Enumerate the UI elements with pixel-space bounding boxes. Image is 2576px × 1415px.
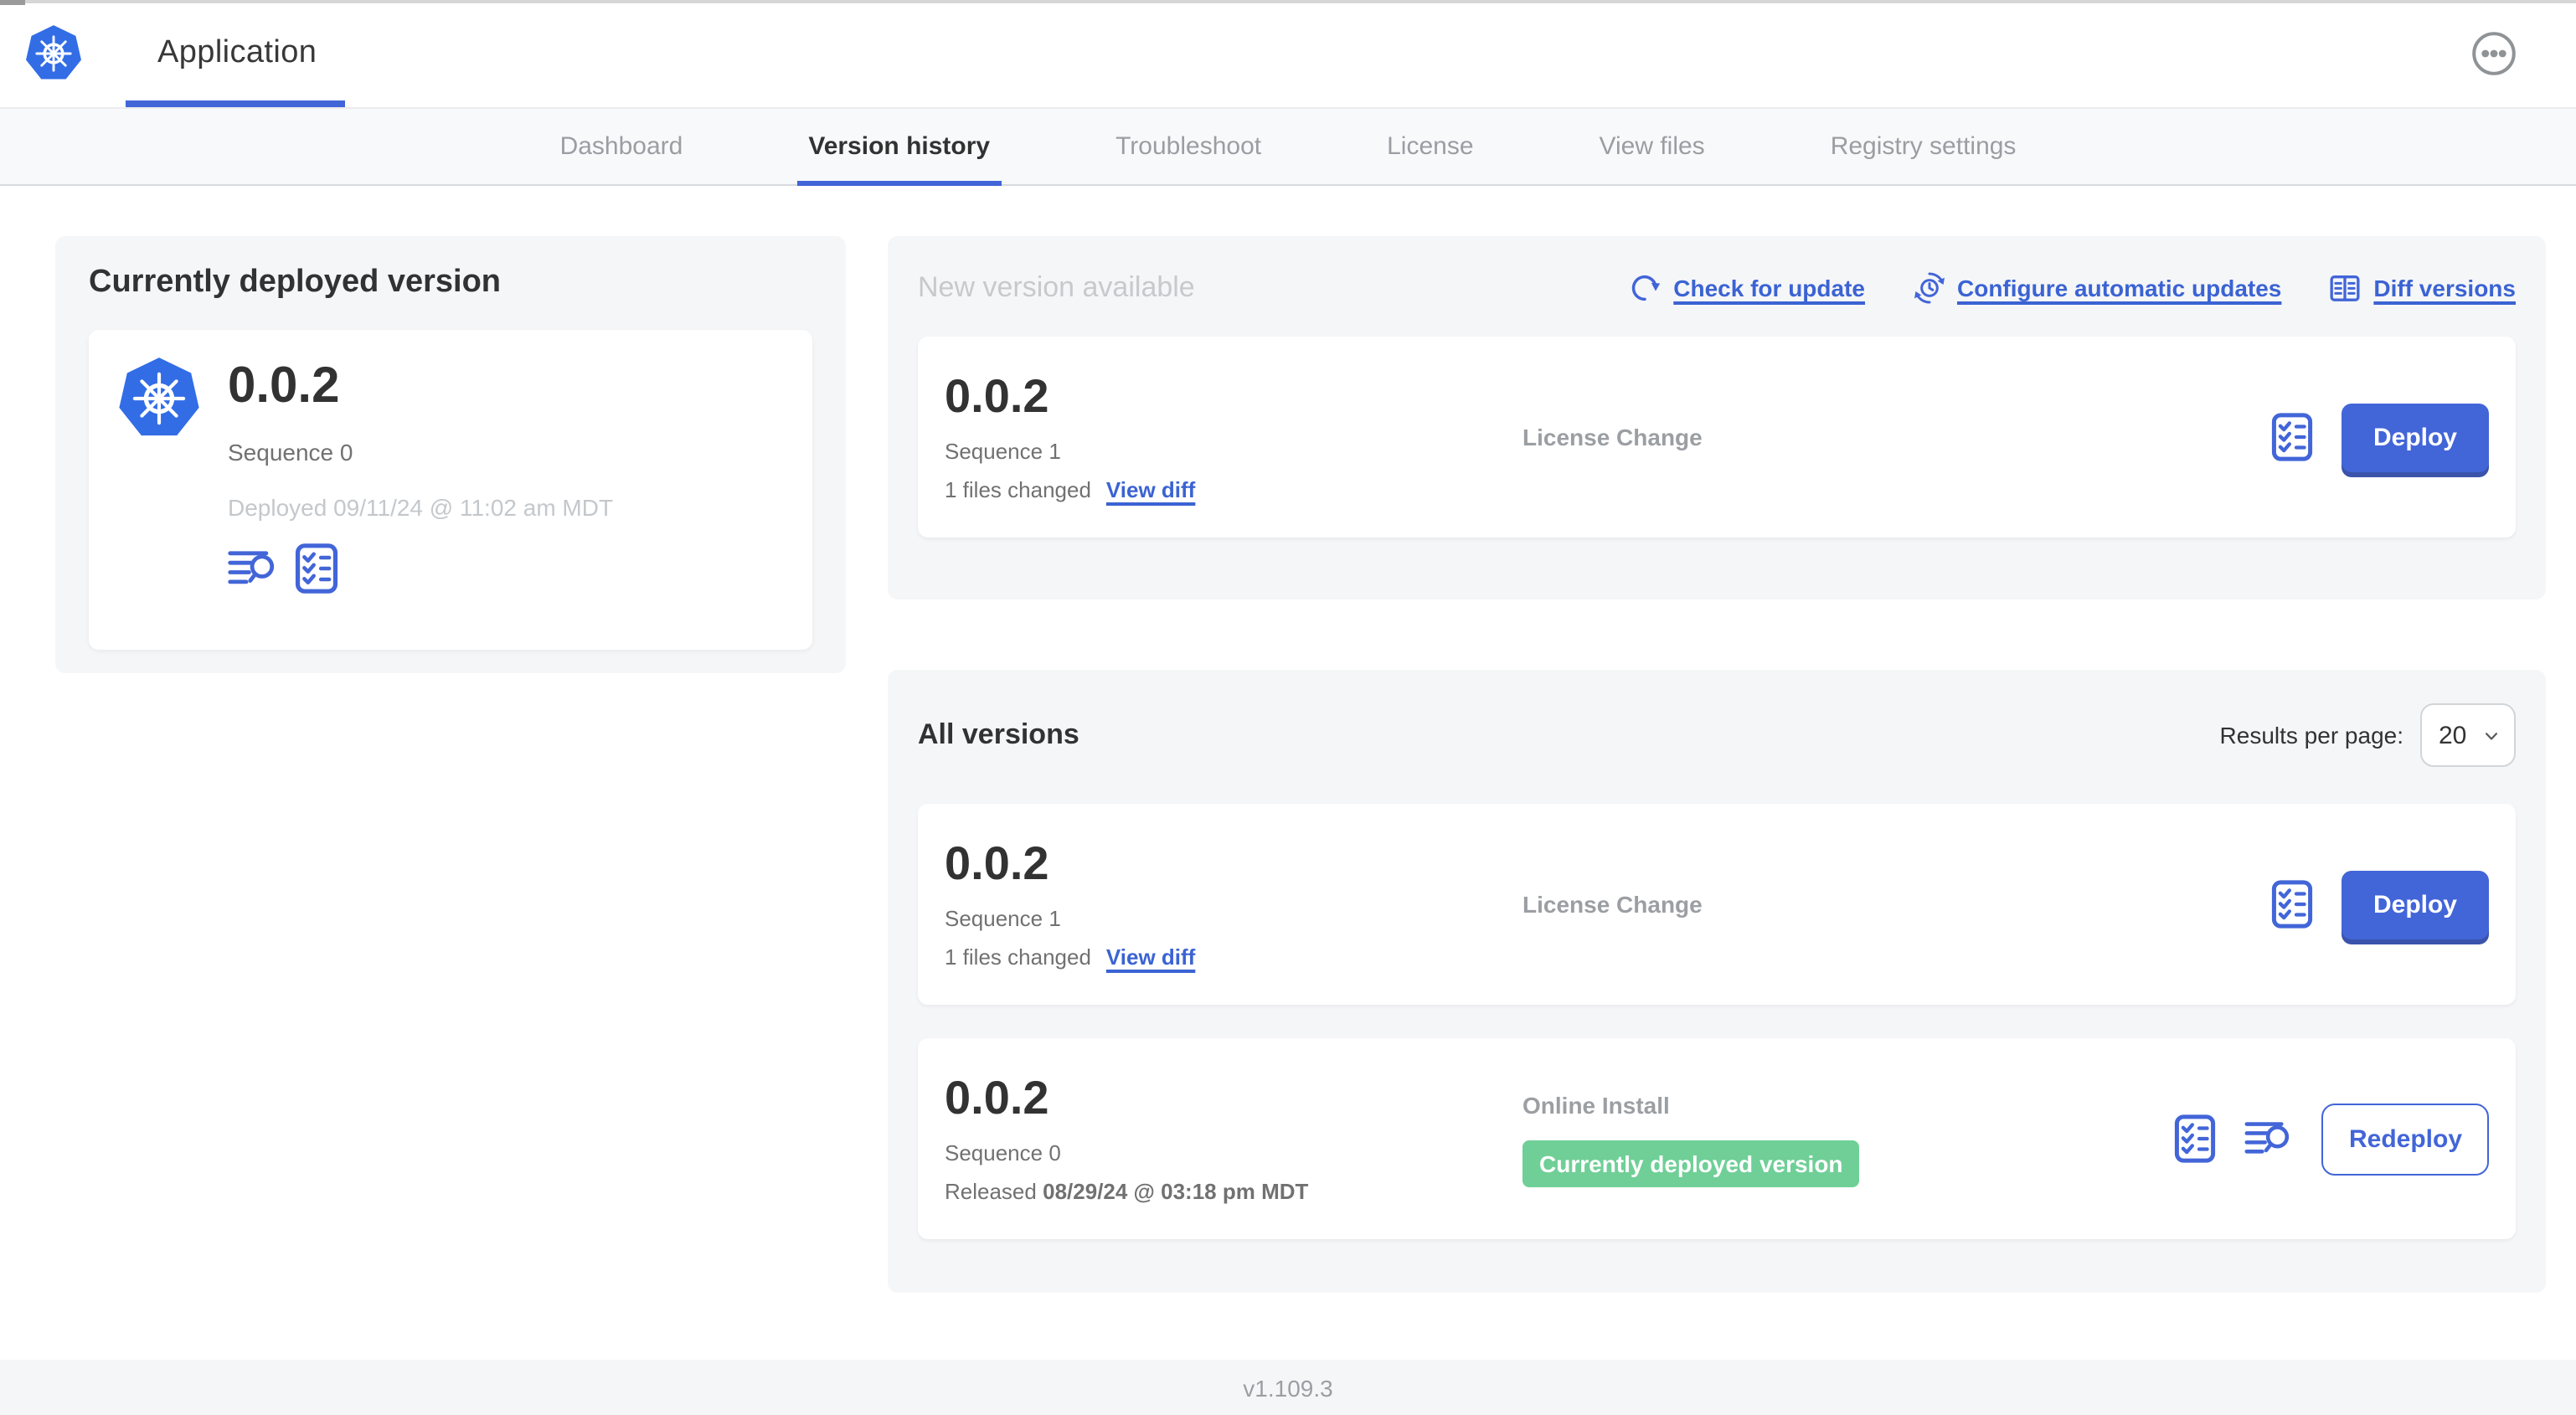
main-content: Currently deployed version 0.0.2 Sequenc… — [0, 186, 2576, 1360]
currently-deployed-badge: Currently deployed version — [1522, 1140, 1860, 1186]
version-source: License Change — [1522, 424, 1703, 450]
view-diff-link[interactable]: View diff — [1106, 476, 1195, 502]
version-source-column: Online Install Currently deployed versio… — [1522, 1091, 2175, 1186]
app-title-active-underline — [126, 100, 345, 107]
version-sequence: Sequence 0 — [945, 1140, 1061, 1165]
check-for-update-label: Check for update — [1673, 275, 1865, 301]
version-row: 0.0.2 Sequence 0 Released 08/29/24 @ 03:… — [918, 1038, 2516, 1239]
diff-versions-link[interactable]: Diff versions — [2328, 271, 2516, 305]
version-sequence: Sequence 1 — [945, 438, 1061, 463]
app-footer: v1.109.3 — [0, 1360, 2576, 1415]
view-diff-link[interactable]: View diff — [1106, 944, 1195, 969]
files-changed-text: 1 files changed — [945, 476, 1091, 502]
kubernetes-app-icon — [116, 355, 203, 442]
version-info: 0.0.2 Sequence 1 1 files changed View di… — [945, 836, 1522, 969]
version-source: Online Install — [1522, 1091, 1670, 1118]
version-info: 0.0.2 Sequence 1 1 files changed View di… — [945, 369, 1522, 502]
version-number: 0.0.2 — [945, 1071, 1049, 1123]
redeploy-button[interactable]: Redeploy — [2321, 1103, 2489, 1175]
view-logs-button[interactable] — [2245, 1119, 2294, 1159]
preflight-checks-button[interactable] — [2271, 412, 2313, 462]
version-sequence: Sequence 1 — [945, 905, 1061, 930]
kots-version: v1.109.3 — [1243, 1374, 1333, 1401]
ellipsis-icon — [2470, 30, 2517, 77]
all-versions-title: All versions — [918, 718, 1079, 750]
tab-troubleshoot[interactable]: Troubleshoot — [1115, 109, 1261, 184]
overflow-menu-button[interactable] — [2470, 30, 2517, 77]
new-version-section: New version available Check for update C… — [888, 236, 2546, 599]
checklist-icon — [2175, 1114, 2217, 1164]
app-window: Application Dashboard Version history Tr… — [0, 0, 2576, 1415]
released-date: 08/29/24 @ 03:18 pm MDT — [1043, 1178, 1309, 1203]
schedule-icon — [1912, 271, 1945, 305]
app-subnav: Dashboard Version history Troubleshoot L… — [0, 107, 2576, 186]
deployed-timestamp: Deployed 09/11/24 @ 11:02 am MDT — [228, 494, 614, 521]
results-per-page: Results per page: 20 — [2220, 703, 2516, 767]
version-source-column: License Change — [1522, 891, 2271, 918]
diff-versions-label: Diff versions — [2373, 275, 2516, 301]
deploy-button[interactable]: Deploy — [2341, 403, 2489, 471]
version-row: 0.0.2 Sequence 1 1 files changed View di… — [918, 804, 2516, 1005]
refresh-icon — [1628, 271, 1662, 305]
preflight-checks-button[interactable] — [2271, 879, 2313, 929]
new-version-row: 0.0.2 Sequence 1 1 files changed View di… — [918, 337, 2516, 538]
currently-deployed-version-card: 0.0.2 Sequence 0 Deployed 09/11/24 @ 11:… — [89, 330, 812, 650]
configure-automatic-updates-link[interactable]: Configure automatic updates — [1912, 271, 2281, 305]
tab-view-files[interactable]: View files — [1600, 109, 1705, 184]
deployed-version-number: 0.0.2 — [228, 358, 340, 414]
files-changed-row: 1 files changed View diff — [945, 476, 1522, 502]
files-changed-text: 1 files changed — [945, 944, 1091, 969]
chevron-down-icon — [2481, 724, 2502, 746]
tab-dashboard[interactable]: Dashboard — [560, 109, 683, 184]
version-actions: Deploy — [2271, 870, 2489, 939]
version-source: License Change — [1522, 891, 1703, 918]
check-for-update-link[interactable]: Check for update — [1628, 271, 1865, 305]
all-versions-header: All versions Results per page: 20 — [918, 670, 2516, 804]
configure-automatic-updates-label: Configure automatic updates — [1957, 275, 2282, 301]
deploy-button[interactable]: Deploy — [2341, 870, 2489, 939]
results-per-page-label: Results per page: — [2219, 722, 2403, 749]
currently-deployed-details: 0.0.2 Sequence 0 Deployed 09/11/24 @ 11:… — [228, 355, 613, 625]
version-number: 0.0.2 — [945, 369, 1049, 421]
currently-deployed-title: Currently deployed version — [89, 265, 502, 300]
checklist-icon — [2271, 412, 2313, 462]
view-logs-button[interactable] — [228, 548, 278, 589]
preflight-checks-button[interactable] — [2175, 1114, 2217, 1164]
checklist-icon — [2271, 879, 2313, 929]
new-version-header: New version available Check for update C… — [918, 236, 2516, 337]
all-versions-section: All versions Results per page: 20 0.0.2 … — [888, 670, 2546, 1293]
logs-icon — [228, 548, 278, 589]
released-timestamp: Released 08/29/24 @ 03:18 pm MDT — [945, 1178, 1522, 1203]
version-actions: Deploy — [2271, 403, 2489, 471]
kubernetes-logo-icon — [23, 23, 84, 84]
app-header: Application — [0, 0, 2576, 107]
tab-license[interactable]: License — [1387, 109, 1473, 184]
logs-icon — [2245, 1119, 2294, 1159]
app-title: Application — [157, 35, 317, 70]
diff-icon — [2328, 271, 2362, 305]
deployed-actions — [228, 543, 613, 594]
versions-column: New version available Check for update C… — [888, 236, 2546, 1293]
results-per-page-select[interactable]: 20 — [2420, 703, 2516, 767]
window-edge-artifact — [0, 0, 2576, 4]
deployed-sequence: Sequence 0 — [228, 439, 353, 466]
version-actions: Redeploy — [2175, 1103, 2489, 1175]
released-prefix: Released — [945, 1178, 1037, 1203]
files-changed-row: 1 files changed View diff — [945, 944, 1522, 969]
tab-registry-settings[interactable]: Registry settings — [1831, 109, 2017, 184]
preflight-checks-button[interactable] — [295, 543, 338, 594]
currently-deployed-card: Currently deployed version 0.0.2 Sequenc… — [55, 236, 846, 673]
checklist-icon — [295, 543, 338, 594]
version-number: 0.0.2 — [945, 836, 1049, 888]
update-actions: Check for update Configure automatic upd… — [1628, 271, 2516, 305]
version-info: 0.0.2 Sequence 0 Released 08/29/24 @ 03:… — [945, 1071, 1522, 1203]
results-per-page-value: 20 — [2439, 721, 2467, 749]
tab-version-history[interactable]: Version history — [796, 109, 1002, 186]
new-version-title: New version available — [918, 271, 1195, 303]
version-source-column: License Change — [1522, 424, 2271, 450]
